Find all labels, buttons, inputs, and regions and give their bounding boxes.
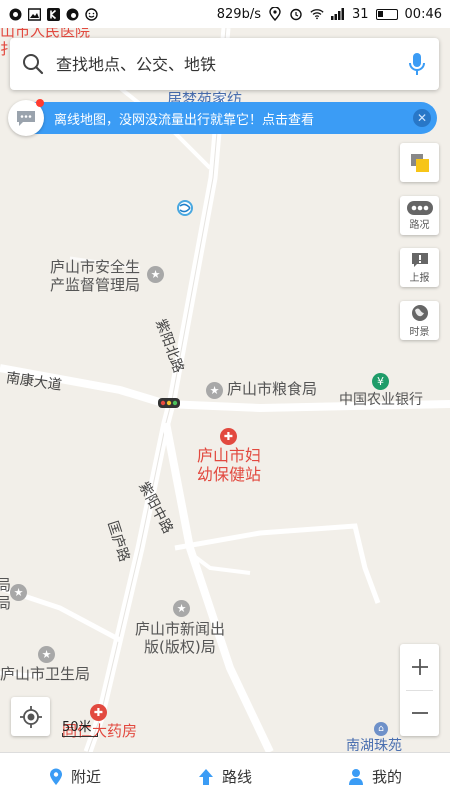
profile-icon [348,768,363,785]
nav-route-label: 路线 [221,768,252,786]
traffic-icon [406,200,433,215]
nav-nearby-label: 附近 [70,768,101,786]
zoom-out-button[interactable] [400,691,439,737]
locate-icon [19,705,42,728]
hospital-icon[interactable]: ✚ [220,428,237,445]
k-app-icon [46,7,60,21]
gallery-icon [27,7,41,21]
nav-mine-label: 我的 [371,768,402,786]
poi-health-bureau[interactable]: 庐山市卫生局 [0,665,90,684]
report-button[interactable]: 上报 [400,248,439,287]
signal-value: 31 [351,6,369,22]
location-icon [268,7,282,21]
app-icon [8,7,22,21]
poi-press-line1[interactable]: 庐山市新闻出 [135,620,225,639]
poi-maternal-line1[interactable]: 庐山市妇 [197,446,261,465]
status-left-icons [8,7,98,21]
poi-grain-bureau[interactable]: 庐山市粮食局 [227,380,317,399]
search-input[interactable] [56,54,407,74]
bottom-nav: 附近 路线 我的 [0,752,450,800]
poi-agri-bank[interactable]: 中国农业银行 [339,391,423,410]
signal-icon [330,7,345,21]
zoom-control [400,644,439,736]
wifi-icon [310,7,324,21]
search-icon[interactable] [22,53,44,75]
poi-partial-left-2[interactable]: 局 [0,594,11,613]
timescape-label: 时景 [409,326,430,338]
message-icon [8,99,44,136]
location-pin-icon [49,768,62,785]
poi-safety-bureau-line2[interactable]: 产监督管理局 [50,276,140,295]
traffic-button[interactable]: 路况 [400,196,439,235]
search-bar[interactable] [10,38,439,90]
report-label: 上报 [409,272,430,284]
pharmacy-icon[interactable]: ✚ [90,704,107,721]
alarm-icon [289,7,303,21]
notification-dot [36,99,44,107]
traffic-label: 路况 [409,219,430,231]
globe-icon [411,304,428,321]
timescape-button[interactable]: 时景 [400,301,439,340]
poi-press-line2[interactable]: 版(版权)局 [144,638,216,657]
nav-route[interactable]: 路线 [150,753,300,800]
smiley-app-icon [84,7,98,21]
bank-icon[interactable]: ¥ [372,373,389,390]
poi-residential[interactable]: 南湖珠苑 [346,737,402,752]
poi-safety-bureau-line1[interactable]: 庐山市安全生 [50,258,140,277]
microphone-icon[interactable] [407,51,427,77]
layers-icon [410,153,429,172]
battery-icon [375,8,398,20]
star-icon[interactable]: ★ [147,266,164,283]
minus-icon [411,712,428,715]
report-icon [411,252,428,267]
layers-button[interactable] [400,143,439,182]
building-icon[interactable]: ⌂ [374,722,388,736]
star-icon[interactable]: ★ [10,584,27,601]
map-canvas[interactable]: 山市人民医院 扌 居梦苑家纺 庐山市安全生 产监督管理局 ★ 紫阳北路 南康大道… [0,28,450,752]
star-icon[interactable]: ★ [173,600,190,617]
locate-button[interactable] [11,697,50,736]
nav-nearby[interactable]: 附近 [0,753,150,800]
route-arrow-icon [198,768,213,785]
status-bar: 829b/s 31 00:46 [0,0,450,28]
offline-map-banner[interactable]: 离线地图，没网没流量出行就靠它！点击查看 ✕ [8,99,437,136]
nav-mine[interactable]: 我的 [300,753,450,800]
road-network [0,28,450,752]
star-icon[interactable]: ★ [206,382,223,399]
scale-bar [62,733,98,737]
status-right: 829b/s 31 00:46 [217,7,442,22]
camera-app-icon [65,7,79,21]
star-icon[interactable]: ★ [38,646,55,663]
poi-maternal-line2[interactable]: 幼保健站 [197,465,261,484]
banner-text[interactable]: 离线地图，没网没流量出行就靠它！点击查看 [54,109,413,128]
net-speed: 829b/s [216,6,261,22]
clock: 00:46 [404,6,442,22]
close-icon[interactable]: ✕ [413,109,431,127]
zoom-in-button[interactable] [400,644,439,690]
plus-icon [411,658,428,675]
